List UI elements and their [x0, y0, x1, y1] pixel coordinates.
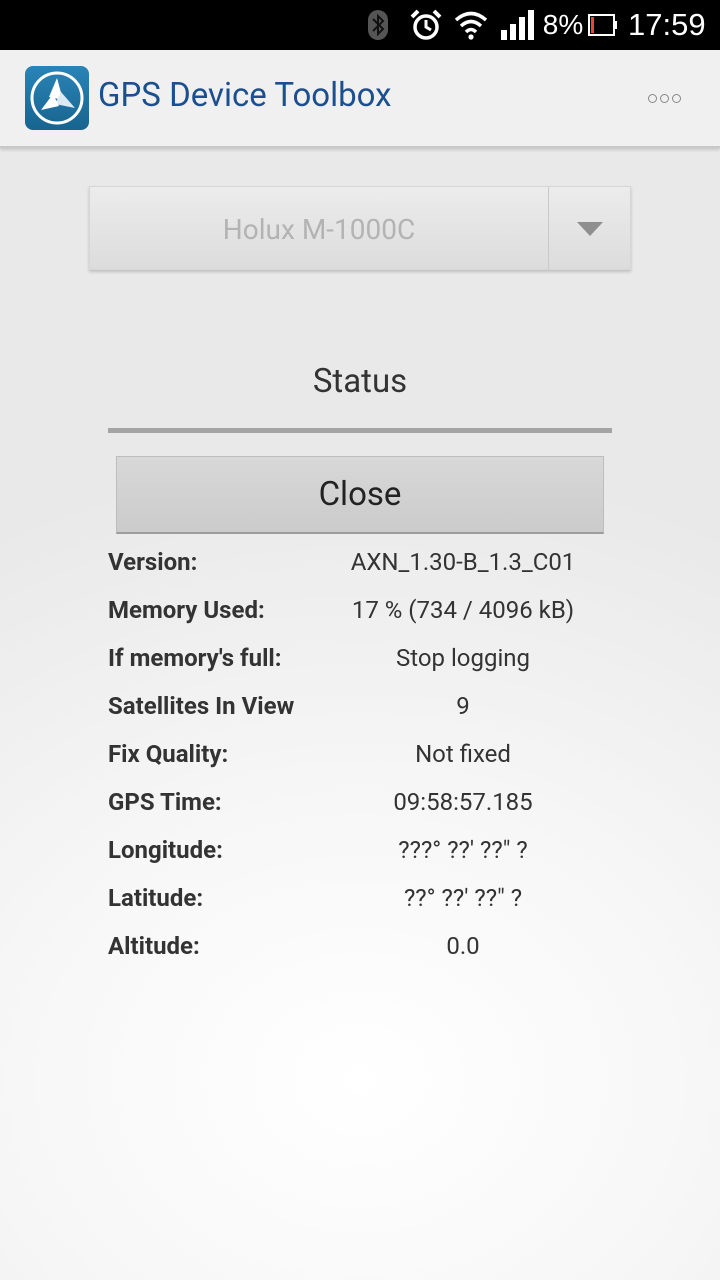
row-value: Not fixed [415, 740, 511, 768]
selected-device: Holux M-1000C [222, 212, 416, 246]
close-button[interactable]: Close [116, 456, 604, 534]
table-row: If memory's full: Stop logging [108, 634, 612, 682]
action-bar: GPS Device Toolbox [0, 50, 720, 148]
table-row: Version: AXN_1.30-B_1.3_C01 [108, 538, 612, 586]
row-value: 17 % (734 / 4096 kB) [351, 596, 575, 624]
row-value: ???° ??' ??" ? [398, 836, 528, 864]
table-row: Memory Used: 17 % (734 / 4096 kB) [108, 586, 612, 634]
row-label: If memory's full: [108, 644, 282, 672]
status-table: Version: AXN_1.30-B_1.3_C01 Memory Used:… [108, 538, 612, 970]
dropdown-arrow-icon[interactable] [549, 187, 631, 271]
battery-percent: 8% [542, 9, 584, 40]
row-label: Longitude: [108, 836, 223, 864]
row-label: Altitude: [108, 932, 200, 960]
row-label: Fix Quality: [108, 740, 229, 768]
bluetooth-icon [364, 0, 392, 50]
row-value: Stop logging [395, 644, 531, 672]
row-value: ??° ??' ??" ? [403, 884, 523, 912]
row-label: Satellites In View [108, 692, 295, 720]
table-row: Longitude: ???° ??' ??" ? [108, 826, 612, 874]
table-row: Latitude: ??° ??' ??" ? [108, 874, 612, 922]
table-row: Satellites In View 9 [108, 682, 612, 730]
battery-icon [586, 0, 620, 50]
table-row: Altitude: 0.0 [108, 922, 612, 970]
app-logo-icon[interactable] [25, 66, 89, 130]
row-value: 09:58:57.185 [393, 788, 533, 816]
row-label: GPS Time: [108, 788, 222, 816]
row-label: Latitude: [108, 884, 204, 912]
row-value: AXN_1.30-B_1.3_C01 [350, 548, 576, 576]
row-label: Memory Used: [108, 596, 265, 624]
status-bar: 8% 17:59 [0, 0, 720, 50]
row-value: 9 [456, 692, 470, 720]
wifi-icon [452, 0, 490, 50]
signal-icon [498, 0, 536, 50]
overflow-menu-icon[interactable] [636, 74, 692, 122]
table-row: Fix Quality: Not fixed [108, 730, 612, 778]
table-row: GPS Time: 09:58:57.185 [108, 778, 612, 826]
device-selector[interactable]: Holux M-1000C [89, 186, 631, 271]
dialog-title: Status [312, 361, 408, 401]
row-value: 0.0 [446, 932, 480, 960]
app-title: GPS Device Toolbox [98, 76, 392, 115]
row-label: Version: [108, 548, 198, 576]
title-divider [108, 428, 612, 433]
alarm-icon [408, 0, 444, 50]
clock: 17:59 [628, 7, 706, 42]
